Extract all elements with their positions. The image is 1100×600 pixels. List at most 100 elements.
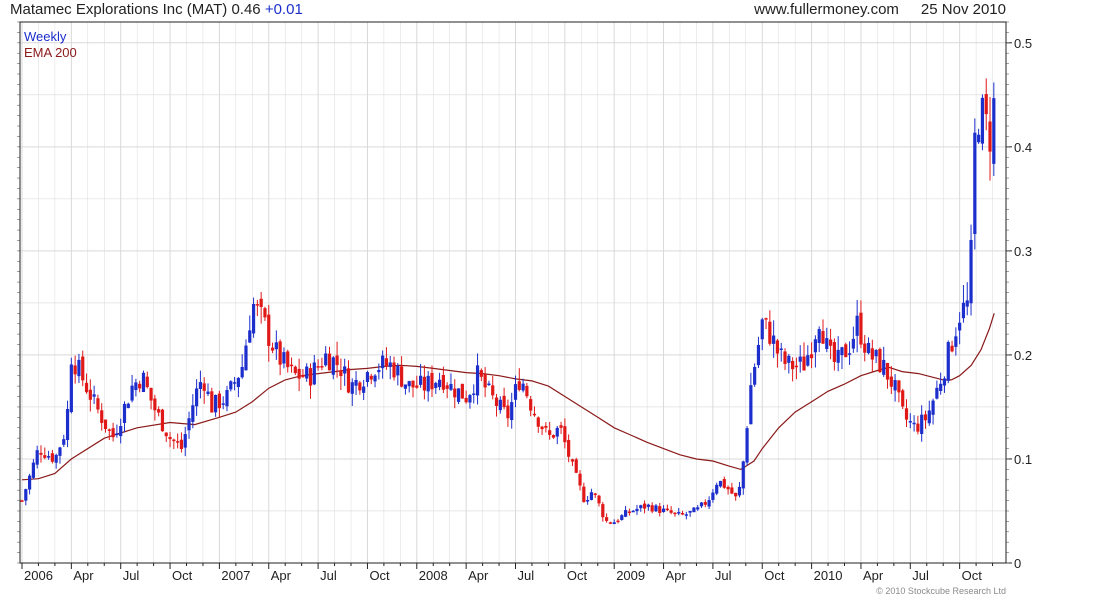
- candle-body: [358, 382, 362, 391]
- weekly-candle: [491, 375, 495, 400]
- weekly-candle: [642, 500, 647, 514]
- weekly-candle: [787, 353, 791, 374]
- weekly-candle: [650, 502, 654, 514]
- weekly-candle: [122, 401, 127, 433]
- candle-body: [810, 354, 814, 359]
- candle-body: [316, 366, 320, 368]
- candle-body: [229, 381, 233, 390]
- weekly-candle: [43, 447, 47, 460]
- weekly-candle: [908, 413, 912, 429]
- weekly-candle: [130, 374, 134, 403]
- weekly-candle: [551, 434, 556, 439]
- weekly-candle: [927, 400, 931, 426]
- weekly-candle: [263, 306, 267, 321]
- candle-body: [787, 355, 791, 363]
- candle-body: [525, 385, 529, 397]
- weekly-candle: [46, 450, 51, 460]
- weekly-candle: [244, 339, 248, 371]
- candle-body: [232, 382, 237, 384]
- candle-body: [988, 121, 992, 152]
- candle-body: [855, 315, 859, 336]
- weekly-candle: [730, 482, 734, 495]
- candle-body: [308, 368, 313, 386]
- weekly-candle: [931, 398, 935, 425]
- candle-body: [973, 132, 977, 235]
- weekly-candle: [472, 384, 476, 404]
- candle-body: [688, 510, 692, 513]
- x-tick-label: 2009: [616, 568, 645, 583]
- candle-body: [912, 422, 916, 425]
- weekly-candle: [138, 380, 142, 393]
- candle-body: [445, 385, 449, 389]
- candle-body: [954, 336, 958, 347]
- candle-body: [654, 505, 658, 512]
- weekly-candle: [832, 338, 836, 371]
- candle-body: [570, 459, 575, 462]
- candle-body: [517, 381, 521, 390]
- candle-body: [153, 398, 157, 411]
- candle-body: [373, 375, 377, 382]
- weekly-candle: [612, 519, 616, 525]
- x-tick-label: Jul: [912, 568, 929, 583]
- candle-body: [145, 376, 149, 388]
- weekly-candle: [885, 362, 890, 389]
- candle-body: [847, 353, 852, 355]
- candle-body: [119, 426, 123, 437]
- weekly-candle: [692, 507, 696, 513]
- weekly-candle: [346, 360, 351, 394]
- weekly-candle: [722, 476, 726, 489]
- candle-body: [293, 366, 297, 374]
- weekly-candle: [851, 326, 855, 353]
- weekly-candle: [950, 340, 954, 353]
- weekly-candle: [836, 336, 840, 372]
- weekly-candle: [255, 299, 259, 317]
- weekly-candle: [278, 339, 282, 376]
- weekly-candle: [160, 408, 165, 432]
- weekly-candle: [286, 349, 290, 373]
- candle-body: [479, 370, 483, 377]
- weekly-candle: [20, 499, 24, 502]
- candle-body: [597, 495, 601, 504]
- candle-body: [760, 319, 764, 340]
- candle-body: [631, 510, 635, 513]
- weekly-candle: [920, 405, 924, 442]
- candle-body: [407, 381, 411, 387]
- candle-body: [320, 366, 324, 368]
- candle-body: [817, 329, 821, 343]
- weekly-candle: [475, 353, 480, 405]
- candle-body: [392, 362, 396, 378]
- weekly-candle: [521, 378, 525, 393]
- candle-body: [775, 340, 780, 354]
- weekly-candle: [206, 383, 210, 397]
- weekly-candle: [191, 394, 195, 429]
- candle-body: [589, 492, 594, 500]
- weekly-candle: [756, 336, 761, 369]
- weekly-candle: [214, 394, 218, 417]
- candle-body: [582, 486, 586, 503]
- candle-body: [198, 382, 203, 389]
- candle-body: [130, 385, 134, 401]
- candle-body: [627, 511, 631, 513]
- weekly-candle: [897, 380, 901, 403]
- candle-body: [248, 330, 252, 343]
- weekly-candle: [468, 393, 472, 409]
- candle-body: [69, 364, 73, 413]
- candle-body: [217, 393, 221, 409]
- candle-body: [756, 344, 761, 366]
- candle-body: [172, 439, 176, 442]
- candle-body: [331, 357, 335, 375]
- weekly-candle: [308, 363, 313, 399]
- candle-body: [866, 342, 871, 354]
- candle-body: [179, 439, 184, 450]
- weekly-candle: [540, 425, 544, 436]
- candle-body: [164, 432, 168, 437]
- candle-body: [191, 405, 195, 422]
- candle-body: [540, 426, 544, 430]
- weekly-candle: [62, 434, 66, 447]
- candle-body: [980, 97, 985, 144]
- candle-body: [722, 479, 726, 488]
- weekly-candle: [711, 489, 715, 503]
- candle-body: [806, 355, 810, 366]
- weekly-candle: [680, 510, 685, 516]
- candle-body: [506, 405, 510, 419]
